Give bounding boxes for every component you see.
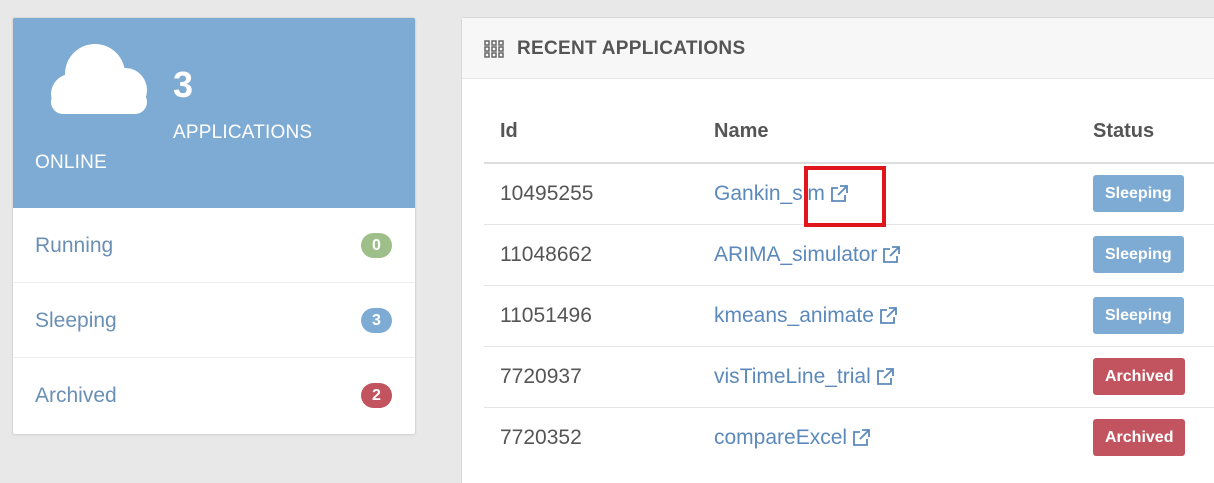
app-name: Gankin_sim [714, 181, 825, 205]
external-link-icon[interactable] [878, 306, 898, 326]
app-link[interactable]: Gankin_sim [714, 182, 849, 206]
running-count-badge: 0 [361, 233, 392, 258]
status-item-label: Sleeping [35, 309, 117, 332]
external-link-icon[interactable] [881, 245, 901, 265]
app-name: ARIMA_simulator [714, 242, 878, 266]
app-status-cell: Sleeping [1077, 163, 1214, 225]
column-header-status: Status [1077, 101, 1214, 164]
app-name-cell: ARIMA_simulator [698, 224, 1077, 286]
applications-table: Id Name Status 10495255 Gankin_sim Sleep… [484, 101, 1214, 468]
app-status-cell: Archived [1077, 407, 1214, 468]
status-item-running[interactable]: Running 0 [13, 208, 415, 283]
table-row: 11048662 ARIMA_simulator Sleeping [484, 224, 1214, 286]
recent-applications-panel: RECENT APPLICATIONS Id Name Status 10495… [461, 17, 1214, 483]
status-list: Running 0 Sleeping 3 Archived 2 [13, 208, 415, 433]
status-label-sleeping: Sleeping [1093, 236, 1184, 273]
table-row: 7720937 visTimeLine_trial Archived [484, 346, 1214, 408]
status-label-sleeping: Sleeping [1093, 175, 1184, 213]
app-id: 7720352 [500, 425, 582, 449]
app-link[interactable]: kmeans_animate [714, 304, 898, 328]
app-status-cell: Archived [1077, 346, 1214, 408]
status-item-label: Running [35, 234, 114, 257]
external-link-icon[interactable] [829, 184, 849, 204]
app-status-cell: Sleeping [1077, 285, 1214, 347]
panel-header: RECENT APPLICATIONS [462, 18, 1214, 79]
cloud-icon [51, 44, 147, 114]
table-row: 10495255 Gankin_sim Sleeping [484, 163, 1214, 225]
app-name-cell: kmeans_animate [698, 285, 1077, 347]
app-name-cell: Gankin_sim [698, 163, 1077, 225]
app-name: visTimeLine_trial [714, 364, 871, 388]
summary-header: 3 APPLICATIONS ONLINE [13, 18, 415, 208]
app-link[interactable]: compareExcel [714, 426, 871, 450]
external-link-icon[interactable] [851, 428, 871, 448]
external-link-icon[interactable] [875, 367, 895, 387]
table-header-row: Id Name Status [484, 101, 1214, 164]
status-item-archived[interactable]: Archived 2 [13, 358, 415, 433]
app-name-cell: compareExcel [698, 407, 1077, 468]
sleeping-count-badge: 3 [361, 308, 392, 333]
column-header-name: Name [698, 101, 1077, 164]
applications-label: APPLICATIONS [173, 122, 313, 143]
column-header-id: Id [484, 101, 698, 164]
app-name: kmeans_animate [714, 303, 874, 327]
table-row: 7720352 compareExcel Archived [484, 407, 1214, 468]
archived-count-badge: 2 [361, 383, 392, 408]
app-name-cell: visTimeLine_trial [698, 346, 1077, 408]
status-label-sleeping: Sleeping [1093, 297, 1184, 334]
status-item-sleeping[interactable]: Sleeping 3 [13, 283, 415, 358]
app-id: 11048662 [484, 224, 698, 286]
app-link[interactable]: ARIMA_simulator [714, 243, 901, 267]
applications-summary-card: 3 APPLICATIONS ONLINE Running 0 Sleeping… [12, 17, 416, 435]
status-item-label: Archived [35, 384, 117, 407]
status-label-archived: Archived [1093, 419, 1186, 457]
app-link[interactable]: visTimeLine_trial [714, 365, 895, 389]
app-name: compareExcel [714, 425, 848, 449]
app-id: 10495255 [484, 163, 698, 225]
app-id: 7720937 [484, 346, 698, 408]
app-status-cell: Sleeping [1077, 224, 1214, 286]
applications-count: 3 [173, 64, 194, 105]
app-id: 11051496 [484, 285, 698, 347]
online-label: ONLINE [35, 152, 107, 173]
status-label-archived: Archived [1093, 358, 1186, 395]
grid-icon [484, 40, 504, 58]
panel-title: RECENT APPLICATIONS [517, 38, 746, 59]
table-row: 11051496 kmeans_animate Sleeping [484, 285, 1214, 347]
